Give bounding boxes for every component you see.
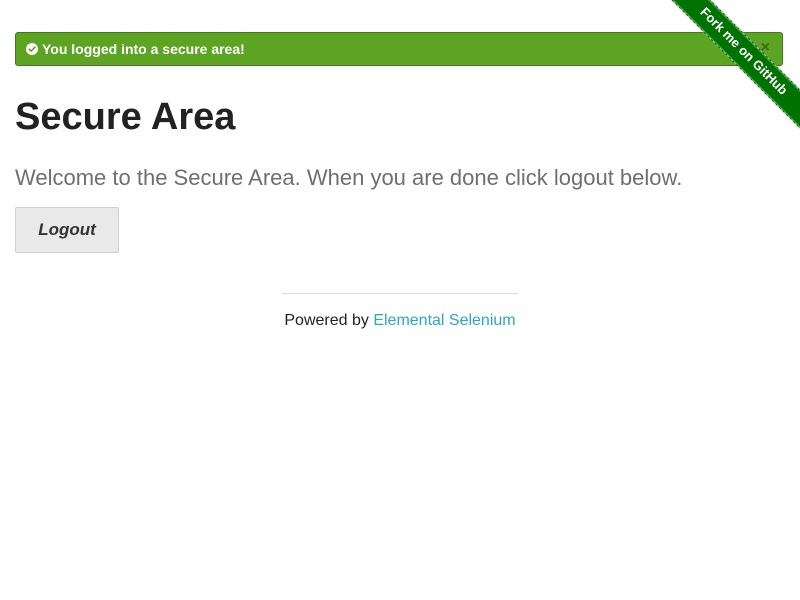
footer: Powered by Elemental Selenium	[0, 312, 800, 330]
flash-text: You logged into a secure area!	[42, 41, 245, 57]
check-circle-icon	[26, 43, 38, 55]
page-subheader: Welcome to the Secure Area. When you are…	[15, 165, 683, 190]
logout-button-label: Logout	[38, 220, 96, 239]
github-ribbon: Fork me on GitHub	[650, 0, 800, 150]
logout-button[interactable]: Logout	[15, 207, 119, 253]
page: You logged into a secure area! × Secure …	[0, 0, 800, 600]
footer-divider	[282, 293, 518, 294]
page-title: Secure Area	[15, 96, 236, 138]
footer-prefix: Powered by	[284, 312, 374, 329]
fork-me-on-github-link[interactable]: Fork me on GitHub	[658, 0, 800, 137]
elemental-selenium-link[interactable]: Elemental Selenium	[373, 312, 515, 329]
